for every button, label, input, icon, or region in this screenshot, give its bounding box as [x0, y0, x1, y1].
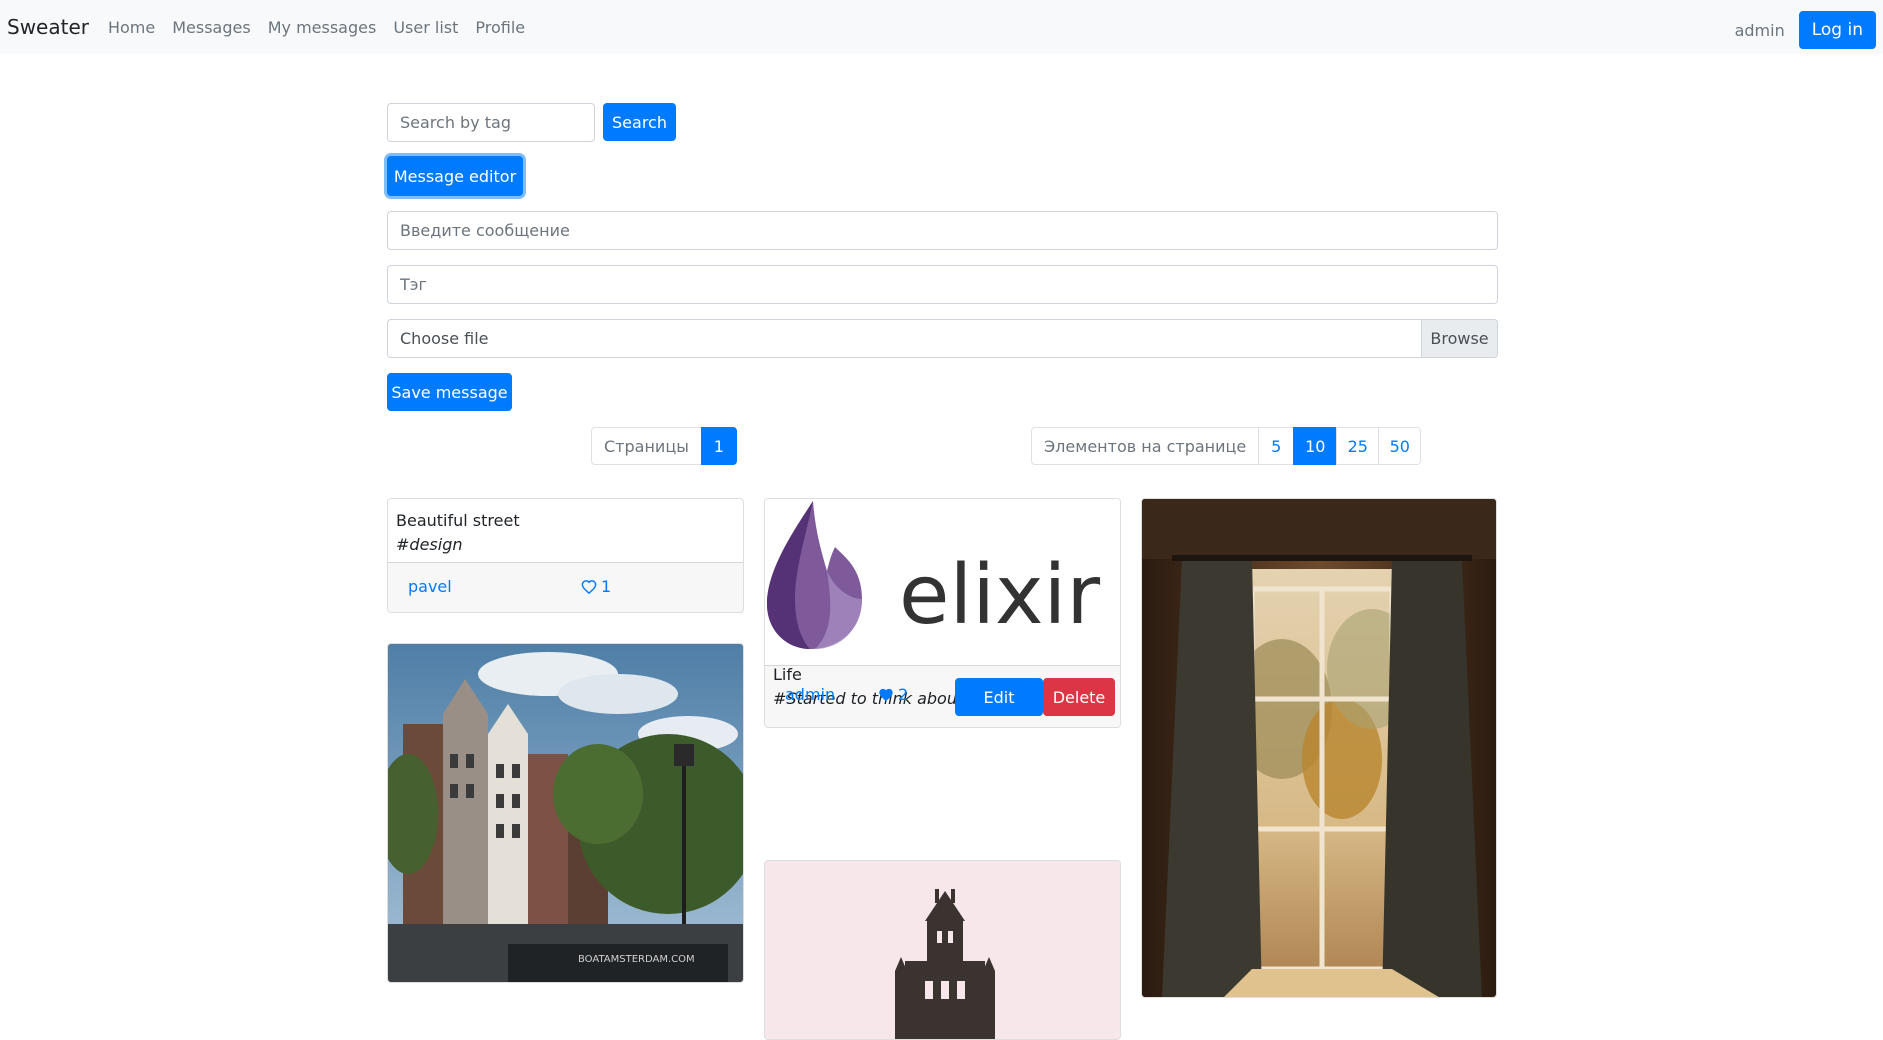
message-image: elixir — [765, 499, 1120, 653]
like-count: 1 — [601, 577, 612, 596]
navbar-right: admin Log in — [1735, 11, 1876, 49]
search-input-placeholder: Search by tag — [400, 113, 511, 132]
like-count: 2 — [898, 685, 909, 704]
message-card — [764, 860, 1121, 1040]
message-card: BOATAMSTERDAM.COM — [387, 643, 744, 983]
message-editor-button[interactable]: Message editor — [387, 156, 523, 196]
save-message-button[interactable]: Save message — [387, 373, 512, 411]
nav-home[interactable]: Home — [108, 18, 155, 37]
message-card: elixir Life #Started to think about my l… — [764, 498, 1121, 728]
page-size-5[interactable]: 5 — [1258, 427, 1295, 465]
browse-button[interactable]: Browse — [1421, 320, 1497, 357]
edit-button[interactable]: Edit — [955, 678, 1043, 716]
nav-my-messages[interactable]: My messages — [268, 18, 377, 37]
card-footer: admin 2 Edit Delete — [765, 665, 1120, 727]
message-card — [1141, 498, 1497, 998]
heart-outline-icon — [581, 580, 597, 594]
page-size-pagination: Элементов на странице 5 10 25 50 — [1031, 427, 1422, 465]
boat-text: BOATAMSTERDAM.COM — [578, 954, 695, 965]
message-text: Beautiful street — [396, 511, 520, 530]
message-image: BOATAMSTERDAM.COM — [388, 644, 743, 982]
page-size-50[interactable]: 50 — [1378, 427, 1422, 465]
navbar: Sweater Home Messages My messages User l… — [0, 0, 1883, 54]
nav-user-list[interactable]: User list — [393, 18, 458, 37]
page-1-button[interactable]: 1 — [700, 427, 737, 465]
page-size-10[interactable]: 10 — [1293, 427, 1338, 465]
nav-profile[interactable]: Profile — [475, 18, 525, 37]
author-link[interactable]: admin — [785, 685, 835, 704]
tag-input[interactable]: Тэг — [387, 265, 1498, 304]
message-card: Beautiful street #design pavel 1 — [387, 498, 744, 613]
message-input-placeholder: Введите сообщение — [400, 221, 570, 240]
search-input[interactable]: Search by tag — [387, 103, 595, 142]
elixir-logo-text: elixir — [899, 548, 1100, 643]
page-size-label: Элементов на странице — [1031, 427, 1260, 465]
card-footer: pavel 1 — [388, 562, 743, 612]
heart-filled-icon — [879, 688, 893, 702]
search-button[interactable]: Search — [603, 103, 676, 141]
pages-label: Страницы — [591, 427, 702, 465]
brand-link[interactable]: Sweater — [7, 15, 89, 39]
tag-input-placeholder: Тэг — [400, 275, 427, 294]
card-body: Beautiful street #design — [388, 499, 743, 557]
street-photo-image: BOATAMSTERDAM.COM — [388, 644, 743, 982]
elixir-logo-icon: elixir — [767, 501, 1100, 649]
nav-messages[interactable]: Messages — [172, 18, 250, 37]
castle-image — [765, 861, 1120, 1039]
file-input[interactable]: Choose file Browse — [387, 319, 1498, 358]
like-button[interactable]: 2 — [878, 685, 908, 704]
window-photo-image — [1142, 499, 1496, 997]
file-input-label: Choose file — [400, 329, 489, 348]
page-size-25[interactable]: 25 — [1336, 427, 1380, 465]
message-input[interactable]: Введите сообщение — [387, 211, 1498, 250]
author-link[interactable]: pavel — [408, 577, 452, 596]
page-pagination: Страницы 1 — [591, 427, 737, 465]
message-tag: #design — [396, 535, 463, 554]
message-image — [1142, 499, 1496, 997]
current-user: admin — [1734, 20, 1785, 40]
message-image — [765, 861, 1120, 1039]
delete-button[interactable]: Delete — [1043, 678, 1115, 716]
login-button[interactable]: Log in — [1798, 11, 1876, 49]
like-button[interactable]: 1 — [581, 577, 611, 596]
